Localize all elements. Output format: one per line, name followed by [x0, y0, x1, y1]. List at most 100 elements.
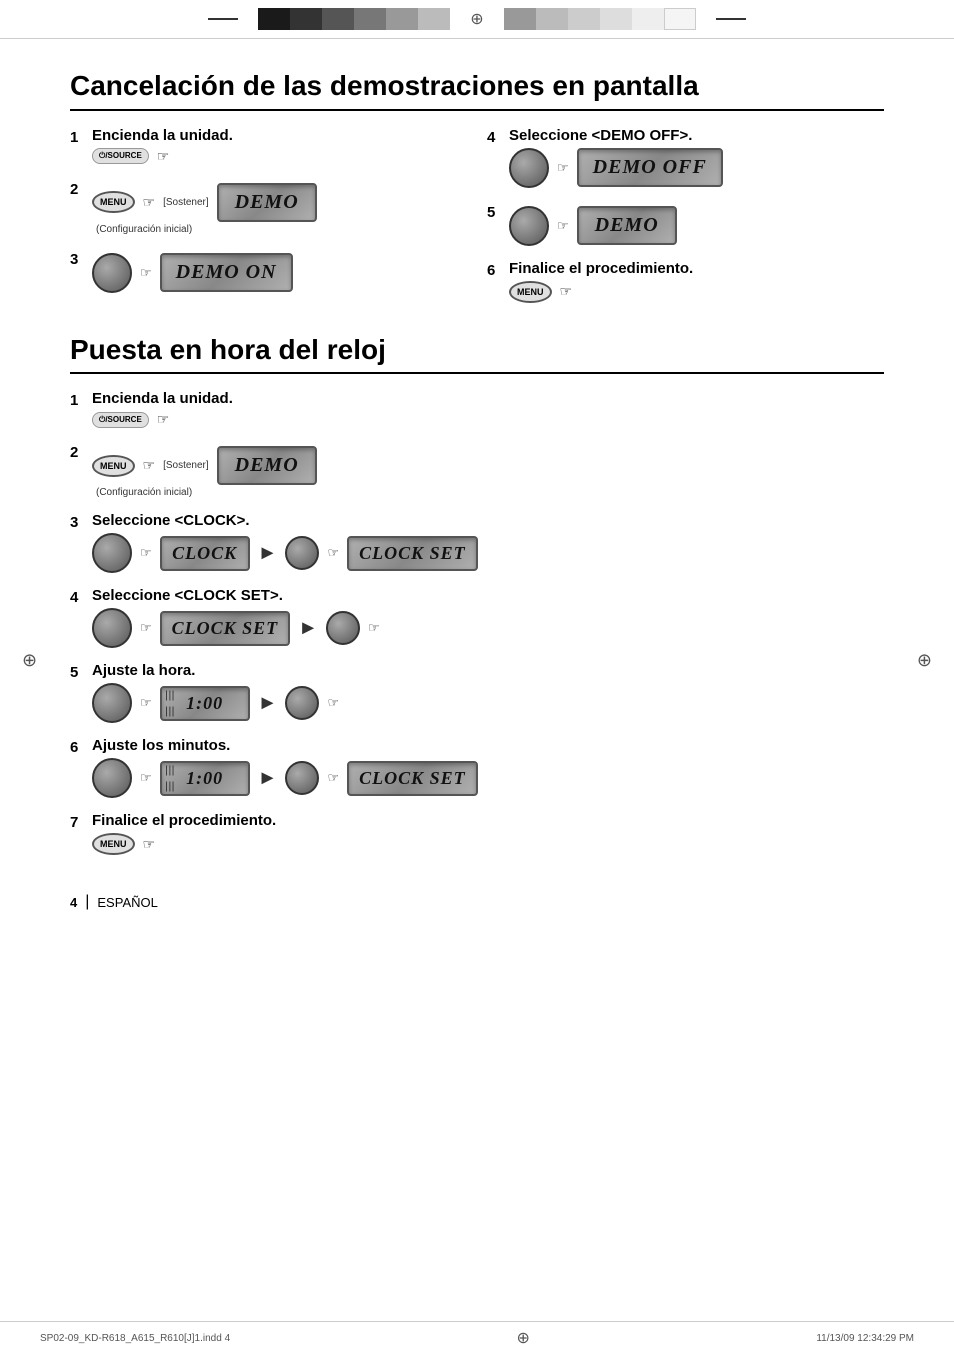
- step-number-2: 2: [70, 181, 92, 198]
- s2-knob-4: [92, 608, 132, 648]
- s2-sub-caption-2: (Configuración inicial): [92, 487, 884, 498]
- s2-step-1: 1 Encienda la unidad. ⏻/SOURCE ☞: [70, 390, 884, 428]
- s2-hand-icon-4: ☞: [140, 620, 152, 636]
- swatch: [258, 8, 290, 30]
- step-content-5: ☞ DEMO: [509, 202, 884, 246]
- swatch: [290, 8, 322, 30]
- s2-step-number-2: 2: [70, 444, 92, 461]
- s2-display-clock-set-4: CLOCK SET: [160, 611, 291, 646]
- s2-display-clock-3: CLOCK: [160, 536, 250, 571]
- step-content-3: ☞ DEMO ON: [92, 249, 467, 293]
- s2-step-7: 7 Finalice el procedimiento. MENU ☞: [70, 812, 884, 855]
- s2-menu-button-2: MENU: [92, 455, 135, 477]
- step-content-1: Encienda la unidad. ⏻/SOURCE ☞: [92, 127, 467, 165]
- step-number-4: 4: [487, 129, 509, 146]
- step-6: 6 Finalice el procedimiento. MENU ☞: [487, 260, 884, 303]
- s2-hand-icon-5: ☞: [140, 695, 152, 711]
- crosshair-symbol: ⊕: [470, 9, 483, 29]
- s2-hand-icon-5b: ☞: [327, 695, 339, 711]
- language-label: ESPAÑOL: [97, 895, 157, 910]
- page-separator: |: [85, 893, 89, 911]
- s2-step-inline-7: MENU ☞: [92, 833, 884, 855]
- display-demo-off-4: DEMO OFF: [577, 148, 723, 187]
- swatch: [354, 8, 386, 30]
- section1-right: 4 Seleccione <DEMO OFF>. ☞ DEMO OFF 5: [487, 127, 884, 317]
- s2-display-time-6: ||| 1:00 |||: [160, 761, 250, 796]
- hand-icon-4: ☞: [557, 160, 569, 176]
- main-content: Cancelación de las demostraciones en pan…: [0, 39, 954, 889]
- s2-step-number-7: 7: [70, 814, 92, 831]
- step-inline-6: MENU ☞: [509, 281, 884, 303]
- s2-step-number-3: 3: [70, 514, 92, 531]
- swatch: [664, 8, 696, 30]
- s2-step-3: 3 Seleccione <CLOCK>. ☞ CLOCK ► ☞ CLOCK …: [70, 512, 884, 573]
- s2-hand-icon-6: ☞: [140, 770, 152, 786]
- s2-display-time-5: ||| 1:00 |||: [160, 686, 250, 721]
- section1-title: Cancelación de las demostraciones en pan…: [70, 69, 884, 103]
- s2-arrow-3: ►: [258, 542, 278, 565]
- s2-step-content-3: Seleccione <CLOCK>. ☞ CLOCK ► ☞ CLOCK SE…: [92, 512, 884, 573]
- knob-5: [509, 206, 549, 246]
- s2-step-content-1: Encienda la unidad. ⏻/SOURCE ☞: [92, 390, 884, 428]
- s2-step-inline-5: ☞ ||| 1:00 ||| ► ☞: [92, 683, 884, 723]
- left-margin-crosshair: ⊕: [22, 650, 37, 671]
- swatch: [600, 8, 632, 30]
- s2-step-label-7: Finalice el procedimiento.: [92, 812, 884, 829]
- s2-arrow-5: ►: [258, 692, 278, 715]
- step-3: 3 ☞ DEMO ON: [70, 249, 467, 293]
- s2-knob-3b: [285, 536, 319, 570]
- s2-step-inline-1: ⏻/SOURCE ☞: [92, 411, 884, 428]
- s2-step-inline-6: ☞ ||| 1:00 ||| ► ☞ CLOCK SET: [92, 758, 884, 798]
- step-2: 2 MENU ☞ [Sostener] DEMO (Configuración …: [70, 179, 467, 235]
- swatch: [386, 8, 418, 30]
- source-button: ⏻/SOURCE: [92, 148, 149, 164]
- s2-step-inline-4: ☞ CLOCK SET ► ☞: [92, 608, 884, 648]
- step-inline-3: ☞ DEMO ON: [92, 253, 467, 293]
- s2-step-number-1: 1: [70, 392, 92, 409]
- s2-knob-4b: [326, 611, 360, 645]
- s2-hand-icon-4b: ☞: [368, 620, 380, 636]
- footer-date-info: 11/13/09 12:34:29 PM: [816, 1333, 914, 1344]
- swatch: [536, 8, 568, 30]
- page-number: 4: [70, 895, 77, 910]
- step-inline-1: ⏻/SOURCE ☞: [92, 148, 467, 165]
- sostener-text-2: [Sostener]: [163, 197, 209, 208]
- footer-file-info: SP02-09_KD-R618_A615_R610[J]1.indd 4: [40, 1333, 230, 1344]
- step-number-6: 6: [487, 262, 509, 279]
- s2-hand-icon-6b: ☞: [327, 770, 339, 786]
- step-1: 1 Encienda la unidad. ⏻/SOURCE ☞: [70, 127, 467, 165]
- s2-step-content-7: Finalice el procedimiento. MENU ☞: [92, 812, 884, 855]
- s2-knob-6: [92, 758, 132, 798]
- hand-icon-2: ☞: [143, 194, 156, 211]
- s2-knob-5: [92, 683, 132, 723]
- s2-step-content-2: MENU ☞ [Sostener] DEMO (Configuración in…: [92, 442, 884, 498]
- hand-icon-6: ☞: [560, 283, 573, 300]
- s2-step-label-5: Ajuste la hora.: [92, 662, 884, 679]
- s2-step-label-4: Seleccione <CLOCK SET>.: [92, 587, 884, 604]
- step-number-5: 5: [487, 204, 509, 221]
- step-inline-5: ☞ DEMO: [509, 206, 884, 246]
- display-demo-on-3: DEMO ON: [160, 253, 293, 292]
- s2-step-content-6: Ajuste los minutos. ☞ ||| 1:00 ||| ► ☞ C…: [92, 737, 884, 798]
- s2-hand-icon-7: ☞: [143, 836, 156, 853]
- section1-divider: [70, 109, 884, 111]
- s2-step-number-6: 6: [70, 739, 92, 756]
- s2-hand-icon-1: ☞: [157, 411, 170, 428]
- s2-arrow-4: ►: [298, 617, 318, 640]
- hand-icon-1: ☞: [157, 148, 170, 165]
- footer-crosshair: ⊕: [517, 1328, 530, 1348]
- step-5: 5 ☞ DEMO: [487, 202, 884, 246]
- s2-step-4: 4 Seleccione <CLOCK SET>. ☞ CLOCK SET ► …: [70, 587, 884, 648]
- display-demo-5: DEMO: [577, 206, 677, 245]
- s2-knob-6b: [285, 761, 319, 795]
- s2-display-demo-2: DEMO: [217, 446, 317, 485]
- section1-steps: 1 Encienda la unidad. ⏻/SOURCE ☞ 2 MENU …: [70, 127, 884, 317]
- s2-sostener-text-2: [Sostener]: [163, 460, 209, 471]
- s2-hand-icon-3: ☞: [140, 545, 152, 561]
- swatch: [322, 8, 354, 30]
- s2-menu-button-7: MENU: [92, 833, 135, 855]
- s2-step-label-1: Encienda la unidad.: [92, 390, 884, 407]
- hand-icon-3: ☞: [140, 265, 152, 281]
- s2-step-2: 2 MENU ☞ [Sostener] DEMO (Configuración …: [70, 442, 884, 498]
- s2-source-button-1: ⏻/SOURCE: [92, 412, 149, 428]
